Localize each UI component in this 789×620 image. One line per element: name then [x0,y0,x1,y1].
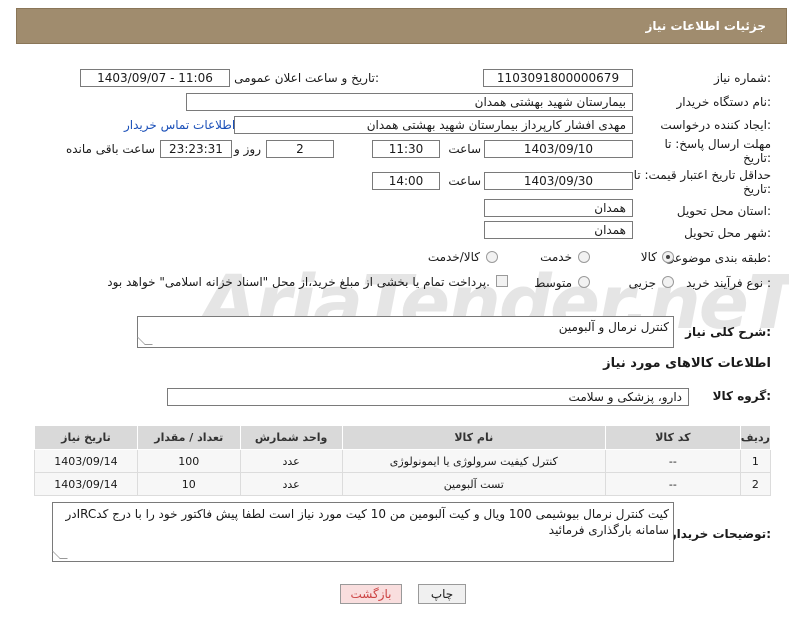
col-row-number: ردیف [739,425,772,450]
radio-medium-label: متوسط [534,276,572,290]
cell-unit: عدد [239,449,343,473]
cell-row-number: 2 [739,472,772,496]
print-button[interactable]: چاپ [418,584,466,604]
back-button[interactable]: بازگشت [340,584,402,604]
buyer-org-label: نام دستگاه خریدار: [676,95,772,109]
page-header: جزئیات اطلاعات نیاز [16,8,787,44]
radio-goods-service-label: کالا/خدمت [427,250,480,264]
resize-grip-icon[interactable] [137,337,153,345]
cell-need-date: 1403/09/14 [34,472,138,496]
city-label: شهر محل تحویل: [684,226,771,240]
buyer-org-field: بیمارستان شهید بهشتی همدان [186,93,633,111]
cell-item-name: کنترل کیفیت سرولوژی یا ایمونولوژی [341,449,607,473]
need-number-field: 1103091800000679 [483,69,633,87]
cell-quantity: 100 [136,449,241,473]
radio-minor-label: جزیی [628,276,656,290]
days-label: روز و [234,142,261,156]
radio-service-label: خدمت [540,250,572,264]
cell-need-date: 1403/09/14 [34,449,138,473]
radio-minor[interactable] [662,276,674,288]
resize-grip-icon[interactable] [52,551,68,559]
requester-field: مهدی افشار کارپرداز بیمارستان شهید بهشتی… [234,116,633,134]
cell-item-name: تست آلبومین [341,472,607,496]
radio-medium[interactable] [578,276,590,288]
cell-item-code: -- [605,449,741,473]
deadline-date-field: 1403/09/10 [484,140,633,158]
treasury-note: پرداخت تمام یا بخشی از مبلغ خرید،از محل … [107,275,490,289]
validity-label-date: تاریخ: [743,182,771,196]
summary-field: کنترل نرمال و آلبومین [137,316,674,348]
validity-time-field: 14:00 [372,172,440,190]
remaining-label: ساعت باقی مانده [65,142,155,156]
deadline-time-field: 11:30 [372,140,440,158]
table-header-row: تاریخ نیاز تعداد / مقدار واحد شمارش نام … [34,425,772,450]
days-field: 2 [266,140,334,158]
city-field: همدان [484,221,633,239]
province-label: استان محل تحویل: [676,204,771,218]
deadline-time-label: ساعت [448,142,481,156]
buyer-notes-label: توضیحات خریدار: [669,527,771,541]
requester-label: ایجاد کننده درخواست: [660,118,771,132]
radio-goods-label: کالا [640,250,657,264]
buyer-notes-field: کیت کنترل نرمال بیوشیمی 100 ویال و کیت آ… [52,502,674,562]
remaining-time-field: 23:23:31 [160,140,232,158]
buyer-notes-text: کیت کنترل نرمال بیوشیمی 100 ویال و کیت آ… [65,507,669,537]
goods-group-label: گروه کالا: [712,389,771,403]
province-field: همدان [484,199,633,217]
treasury-checkbox[interactable] [496,275,508,287]
table-row: 1403/09/14 100 عدد کنترل کیفیت سرولوژی ی… [34,449,772,473]
category-label: طبقه بندی موضوعی: [664,251,771,265]
buyer-contact-link[interactable]: اطلاعات تماس خریدار [124,118,235,132]
validity-label: حداقل تاریخ اعتبار قیمت: تا [633,168,771,182]
col-item-code: کد کالا [605,425,741,450]
cell-unit: عدد [239,472,343,496]
col-quantity: تعداد / مقدار [136,425,241,450]
announce-label: تاریخ و ساعت اعلان عمومی: [234,71,379,85]
process-label: نوع فرآیند خرید : [686,276,771,290]
validity-date-field: 1403/09/30 [484,172,633,190]
cell-item-code: -- [605,472,741,496]
items-table: تاریخ نیاز تعداد / مقدار واحد شمارش نام … [34,425,772,496]
page-title: جزئیات اطلاعات نیاز [645,19,766,33]
col-need-date: تاریخ نیاز [34,425,138,450]
goods-group-field: دارو، پزشکی و سلامت [167,388,689,406]
radio-goods-service[interactable] [486,251,498,263]
need-number-label: شماره نیاز: [713,71,771,85]
deadline-label: مهلت ارسال پاسخ: تا [664,137,771,151]
cell-row-number: 1 [739,449,772,473]
goods-info-title: اطلاعات کالاهای مورد نیاز [603,356,771,371]
cell-quantity: 10 [136,472,241,496]
summary-label: شرح کلی نیاز: [685,325,771,339]
table-row: 1403/09/14 10 عدد تست آلبومین -- 2 [34,472,772,496]
col-unit: واحد شمارش [239,425,343,450]
radio-goods[interactable] [662,251,674,263]
col-item-name: نام کالا [341,425,607,450]
deadline-label-date: تاریخ: [743,151,771,165]
summary-text: کنترل نرمال و آلبومین [558,320,669,334]
announce-field: 1403/09/07 - 11:06 [80,69,230,87]
validity-time-label: ساعت [448,174,481,188]
radio-service[interactable] [578,251,590,263]
